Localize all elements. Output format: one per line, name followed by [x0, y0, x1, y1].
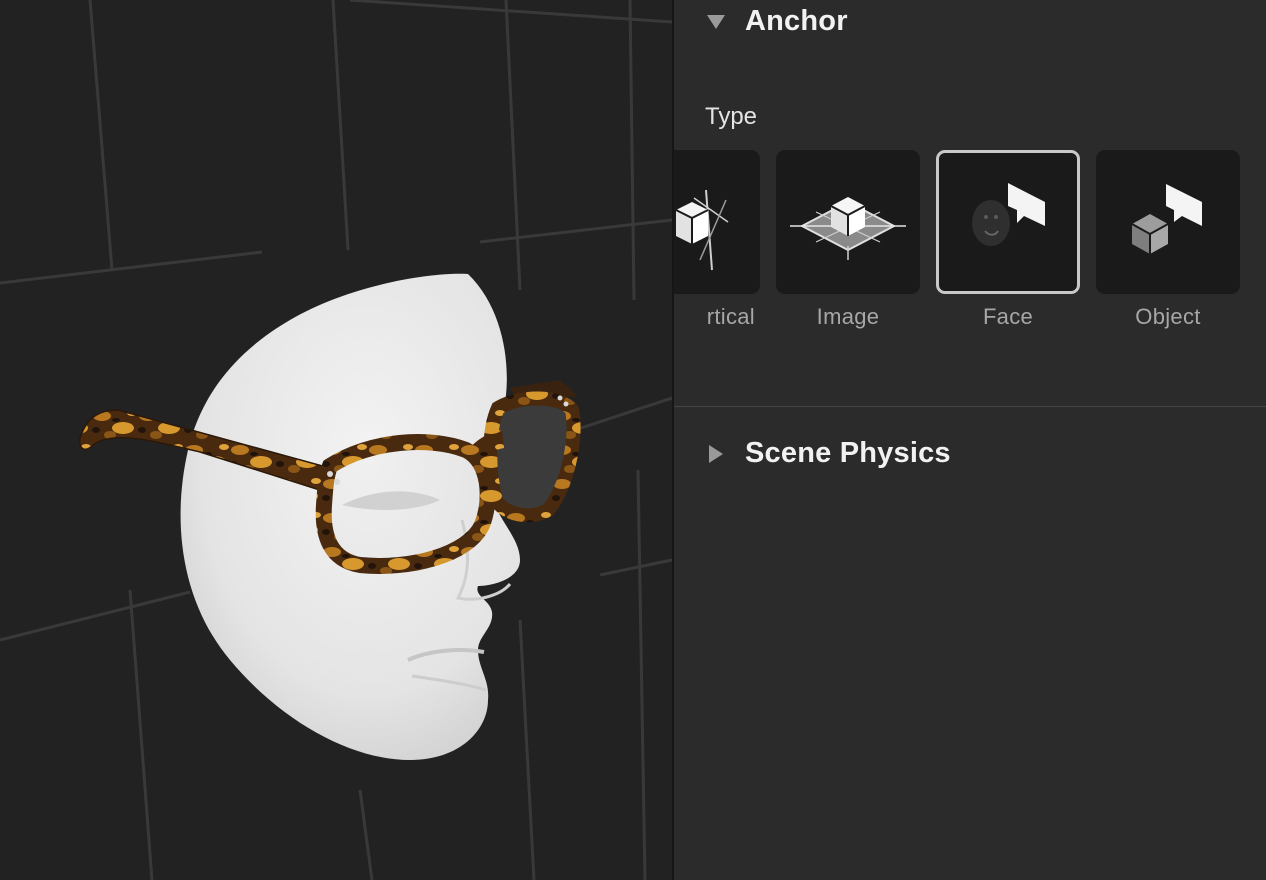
disclosure-collapsed-icon[interactable]	[707, 445, 725, 463]
vertical-plane-icon	[675, 189, 729, 271]
section-separator	[674, 406, 1266, 407]
anchor-type-face[interactable]: Face	[936, 150, 1080, 340]
anchor-type-object[interactable]: Object	[1096, 150, 1240, 340]
anchor-type-picker: rtical Image Face Object	[674, 150, 1266, 340]
disclosure-expanded-icon[interactable]	[707, 13, 725, 31]
object-anchor-icon	[1131, 184, 1202, 254]
scene-render	[0, 0, 672, 880]
anchor-type-label: Type	[705, 103, 758, 130]
anchor-tile[interactable]	[674, 150, 760, 294]
anchor-type-label-text: Object	[1135, 304, 1201, 329]
face-anchor-icon	[972, 183, 1045, 246]
anchor-section-title: Anchor	[745, 5, 848, 37]
anchor-tile-selected[interactable]	[936, 150, 1080, 294]
anchor-section-header[interactable]: Anchor	[674, 0, 1266, 44]
anchor-type-label-text: Image	[816, 304, 880, 329]
anchor-type-image[interactable]: Image	[776, 150, 920, 340]
scene-viewport[interactable]	[0, 0, 672, 880]
anchor-tile[interactable]	[1096, 150, 1240, 294]
anchor-type-vertical[interactable]: rtical	[674, 150, 760, 340]
anchor-tile[interactable]	[776, 150, 920, 294]
anchor-type-label-text: Face	[982, 304, 1034, 329]
scene-physics-section-header[interactable]: Scene Physics	[674, 432, 1266, 476]
anchor-type-label-text: rtical	[706, 304, 755, 329]
image-anchor-icon	[790, 197, 906, 260]
scene-physics-section-title: Scene Physics	[745, 437, 951, 469]
inspector-panel: Anchor Type rtical Image Face Object Sce…	[674, 0, 1266, 880]
